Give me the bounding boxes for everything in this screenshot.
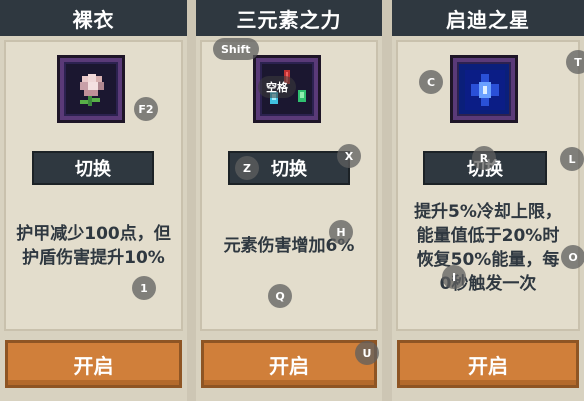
perk-card-2: 三元素之力 空格 切换 元素伤害增加6% 开启	[196, 0, 382, 401]
o-key-hint[interactable]: O	[561, 245, 584, 269]
card-description: 提升5%冷却上限， 能量值低于20%时 恢复50%能量，每 0秒触发一次	[414, 202, 562, 294]
shift-key-hint[interactable]: Shift	[213, 38, 259, 60]
perk-card-3: 启迪之星 切换 提升5%冷却上限， 能量值低于20%时 恢复50%能量，每 0秒…	[392, 0, 584, 401]
star-icon	[465, 70, 505, 110]
f2-key-hint[interactable]: F2	[134, 97, 158, 121]
i-key-hint[interactable]: I	[442, 265, 466, 289]
cloak-flower-icon	[57, 55, 125, 123]
flower-icon	[80, 74, 104, 106]
l-key-hint[interactable]: L	[560, 147, 584, 171]
icon-overlay-label: 空格	[258, 76, 296, 98]
r-key-hint[interactable]: R	[472, 146, 496, 170]
u-key-hint[interactable]: U	[355, 341, 379, 365]
z-key-hint[interactable]: Z	[235, 156, 259, 180]
c-key-hint[interactable]: C	[419, 70, 443, 94]
card-title: 启迪之星	[392, 0, 584, 36]
t-key-hint[interactable]: T	[566, 50, 584, 74]
perk-card-1: 裸衣 切换 护甲减少100点，但 护盾伤害提升10% 开启	[0, 0, 187, 401]
q-key-hint[interactable]: Q	[268, 284, 292, 308]
card-description: 护甲减少100点，但 护盾伤害提升10%	[16, 224, 171, 268]
one-key-hint[interactable]: 1	[132, 276, 156, 300]
card-title: 三元素之力	[196, 0, 382, 36]
card-title: 裸衣	[0, 0, 187, 36]
open-button[interactable]: 开启	[5, 340, 182, 388]
x-key-hint[interactable]: X	[337, 144, 361, 168]
open-button[interactable]: 开启	[201, 340, 377, 388]
switch-button[interactable]: 切换	[32, 151, 154, 185]
blue-star-icon	[450, 55, 518, 123]
h-key-hint[interactable]: H	[329, 220, 353, 244]
open-button[interactable]: 开启	[397, 340, 579, 388]
card-description: 元素伤害增加6%	[223, 236, 355, 256]
